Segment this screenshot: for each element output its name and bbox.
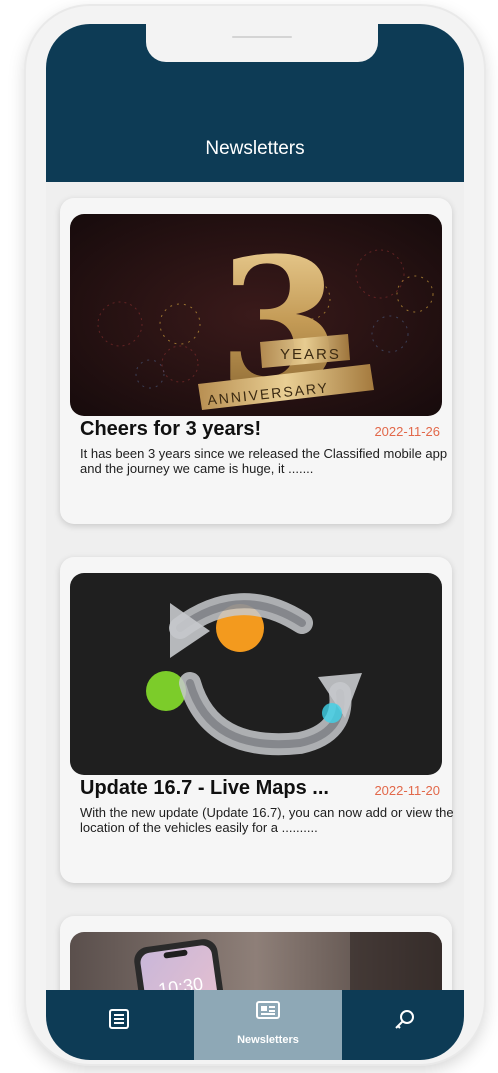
newsletter-title: Update 16.7 - Live Maps ...: [80, 777, 329, 799]
refresh-arrows-icon: [70, 573, 442, 775]
newsletter-card[interactable]: Update 16.7 - Live Maps ... 2022-11-20 W…: [60, 557, 454, 883]
ribbon-top-text: YEARS: [280, 346, 341, 363]
newsletter-date: 2022-11-20: [374, 783, 440, 798]
anniversary-image: 3 YEARS ANNIVERSARY: [70, 214, 442, 416]
newsletter-title: Cheers for 3 years!: [80, 418, 262, 440]
nav-label-newsletters: Newsletters: [237, 1034, 299, 1046]
nav-item-list[interactable]: [46, 990, 194, 1060]
nav-item-newsletters[interactable]: Newsletters: [194, 990, 342, 1060]
page-title: Newsletters: [205, 138, 305, 159]
app-screen: Newsletters 3 YEARS ANNIVERSARY Cheers f…: [46, 24, 464, 1060]
speaker-grill: [232, 36, 292, 38]
bottom-navigation: Newsletters: [46, 990, 464, 1060]
newsletter-date: 2022-11-26: [374, 424, 440, 439]
list-icon: [109, 1009, 129, 1029]
nav-item-key[interactable]: [342, 990, 464, 1060]
newsletter-card[interactable]: 3 YEARS ANNIVERSARY Cheers for 3 years! …: [60, 198, 452, 524]
newsletter-description: With the new update (Update 16.7), you c…: [80, 805, 454, 835]
newsletter-image: 3 YEARS ANNIVERSARY: [70, 214, 442, 416]
phone-notch: [146, 24, 378, 62]
key-icon: [395, 1010, 414, 1029]
newsletter-description: It has been 3 years since we released th…: [80, 446, 448, 476]
newspaper-icon: [256, 1001, 280, 1019]
app-header: Newsletters: [46, 24, 464, 182]
newsletter-image: [70, 573, 442, 775]
